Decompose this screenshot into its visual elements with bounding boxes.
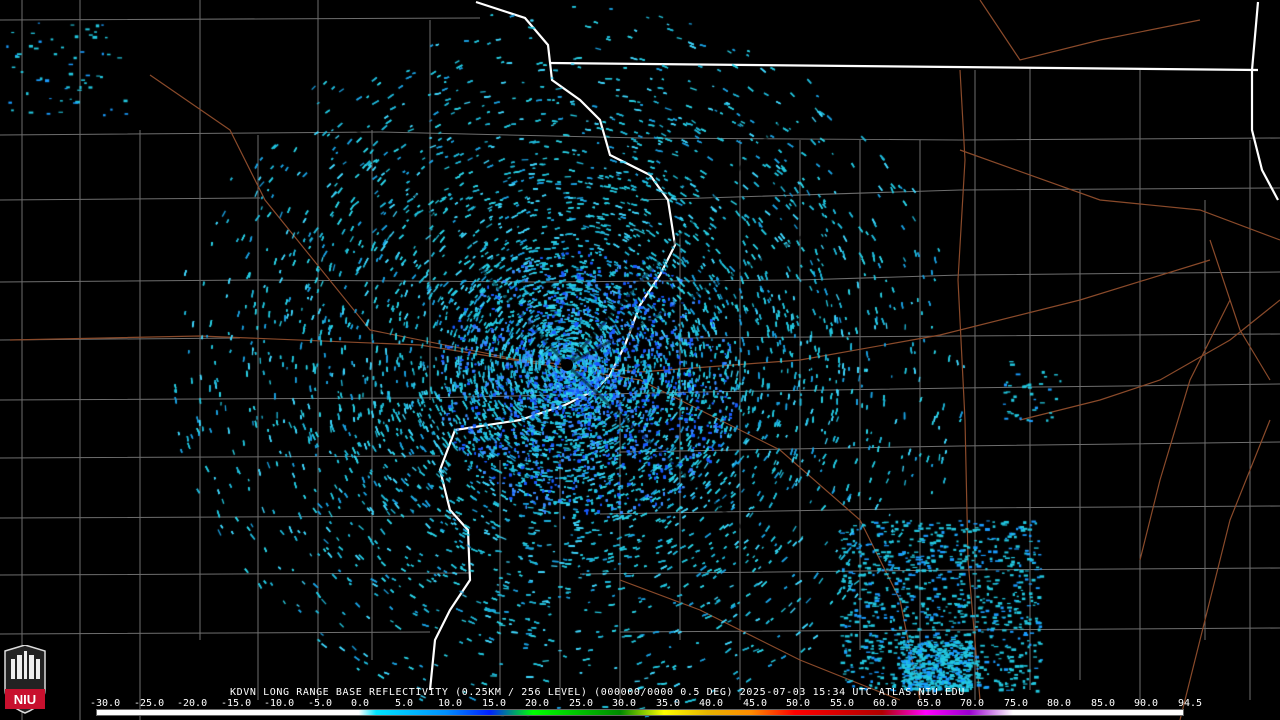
colorscale-label: 60.0 [873, 698, 898, 709]
colorscale-label: 65.0 [917, 698, 942, 709]
colorscale-label: 40.0 [699, 698, 724, 709]
colorscale-label: 25.0 [569, 698, 594, 709]
colorscale-label: 10.0 [438, 698, 463, 709]
colorscale-label: -20.0 [177, 698, 208, 709]
colorscale-label: 5.0 [395, 698, 414, 709]
colorscale-label: 50.0 [786, 698, 811, 709]
colorscale-label: 75.0 [1004, 698, 1029, 709]
colorscale-label: 20.0 [525, 698, 550, 709]
colorscale-label: 85.0 [1091, 698, 1116, 709]
logo-text: NIU [14, 692, 36, 707]
colorscale-label: 80.0 [1047, 698, 1072, 709]
colorscale-label: -15.0 [221, 698, 252, 709]
colorscale-label: 15.0 [482, 698, 507, 709]
reflectivity-colorbar [96, 709, 1184, 716]
colorscale-label: 45.0 [743, 698, 768, 709]
overlay [561, 359, 573, 371]
colorscale-label: 70.0 [960, 698, 985, 709]
colorscale-label: -5.0 [308, 698, 333, 709]
niu-logo: NIU [4, 645, 46, 714]
colorscale-label: -10.0 [264, 698, 295, 709]
colorscale-label: 90.0 [1134, 698, 1159, 709]
colorscale-label: 30.0 [612, 698, 637, 709]
colorscale-label: 35.0 [656, 698, 681, 709]
colorscale-label: -30.0 [90, 698, 121, 709]
colorscale-labels: -30.0 -25.0 -20.0 -15.0 -10.0 -5.0 0.0 5.0 10.0 1… [90, 698, 1202, 709]
radar-site-marker [561, 359, 573, 371]
product-caption: KDVN LONG RANGE BASE REFLECTIVITY (0.25K… [230, 687, 965, 698]
colorscale-label: -25.0 [134, 698, 165, 709]
colorscale-label: 0.0 [351, 698, 370, 709]
colorscale-label: 94.5 [1178, 698, 1203, 709]
colorscale-label: 55.0 [830, 698, 855, 709]
